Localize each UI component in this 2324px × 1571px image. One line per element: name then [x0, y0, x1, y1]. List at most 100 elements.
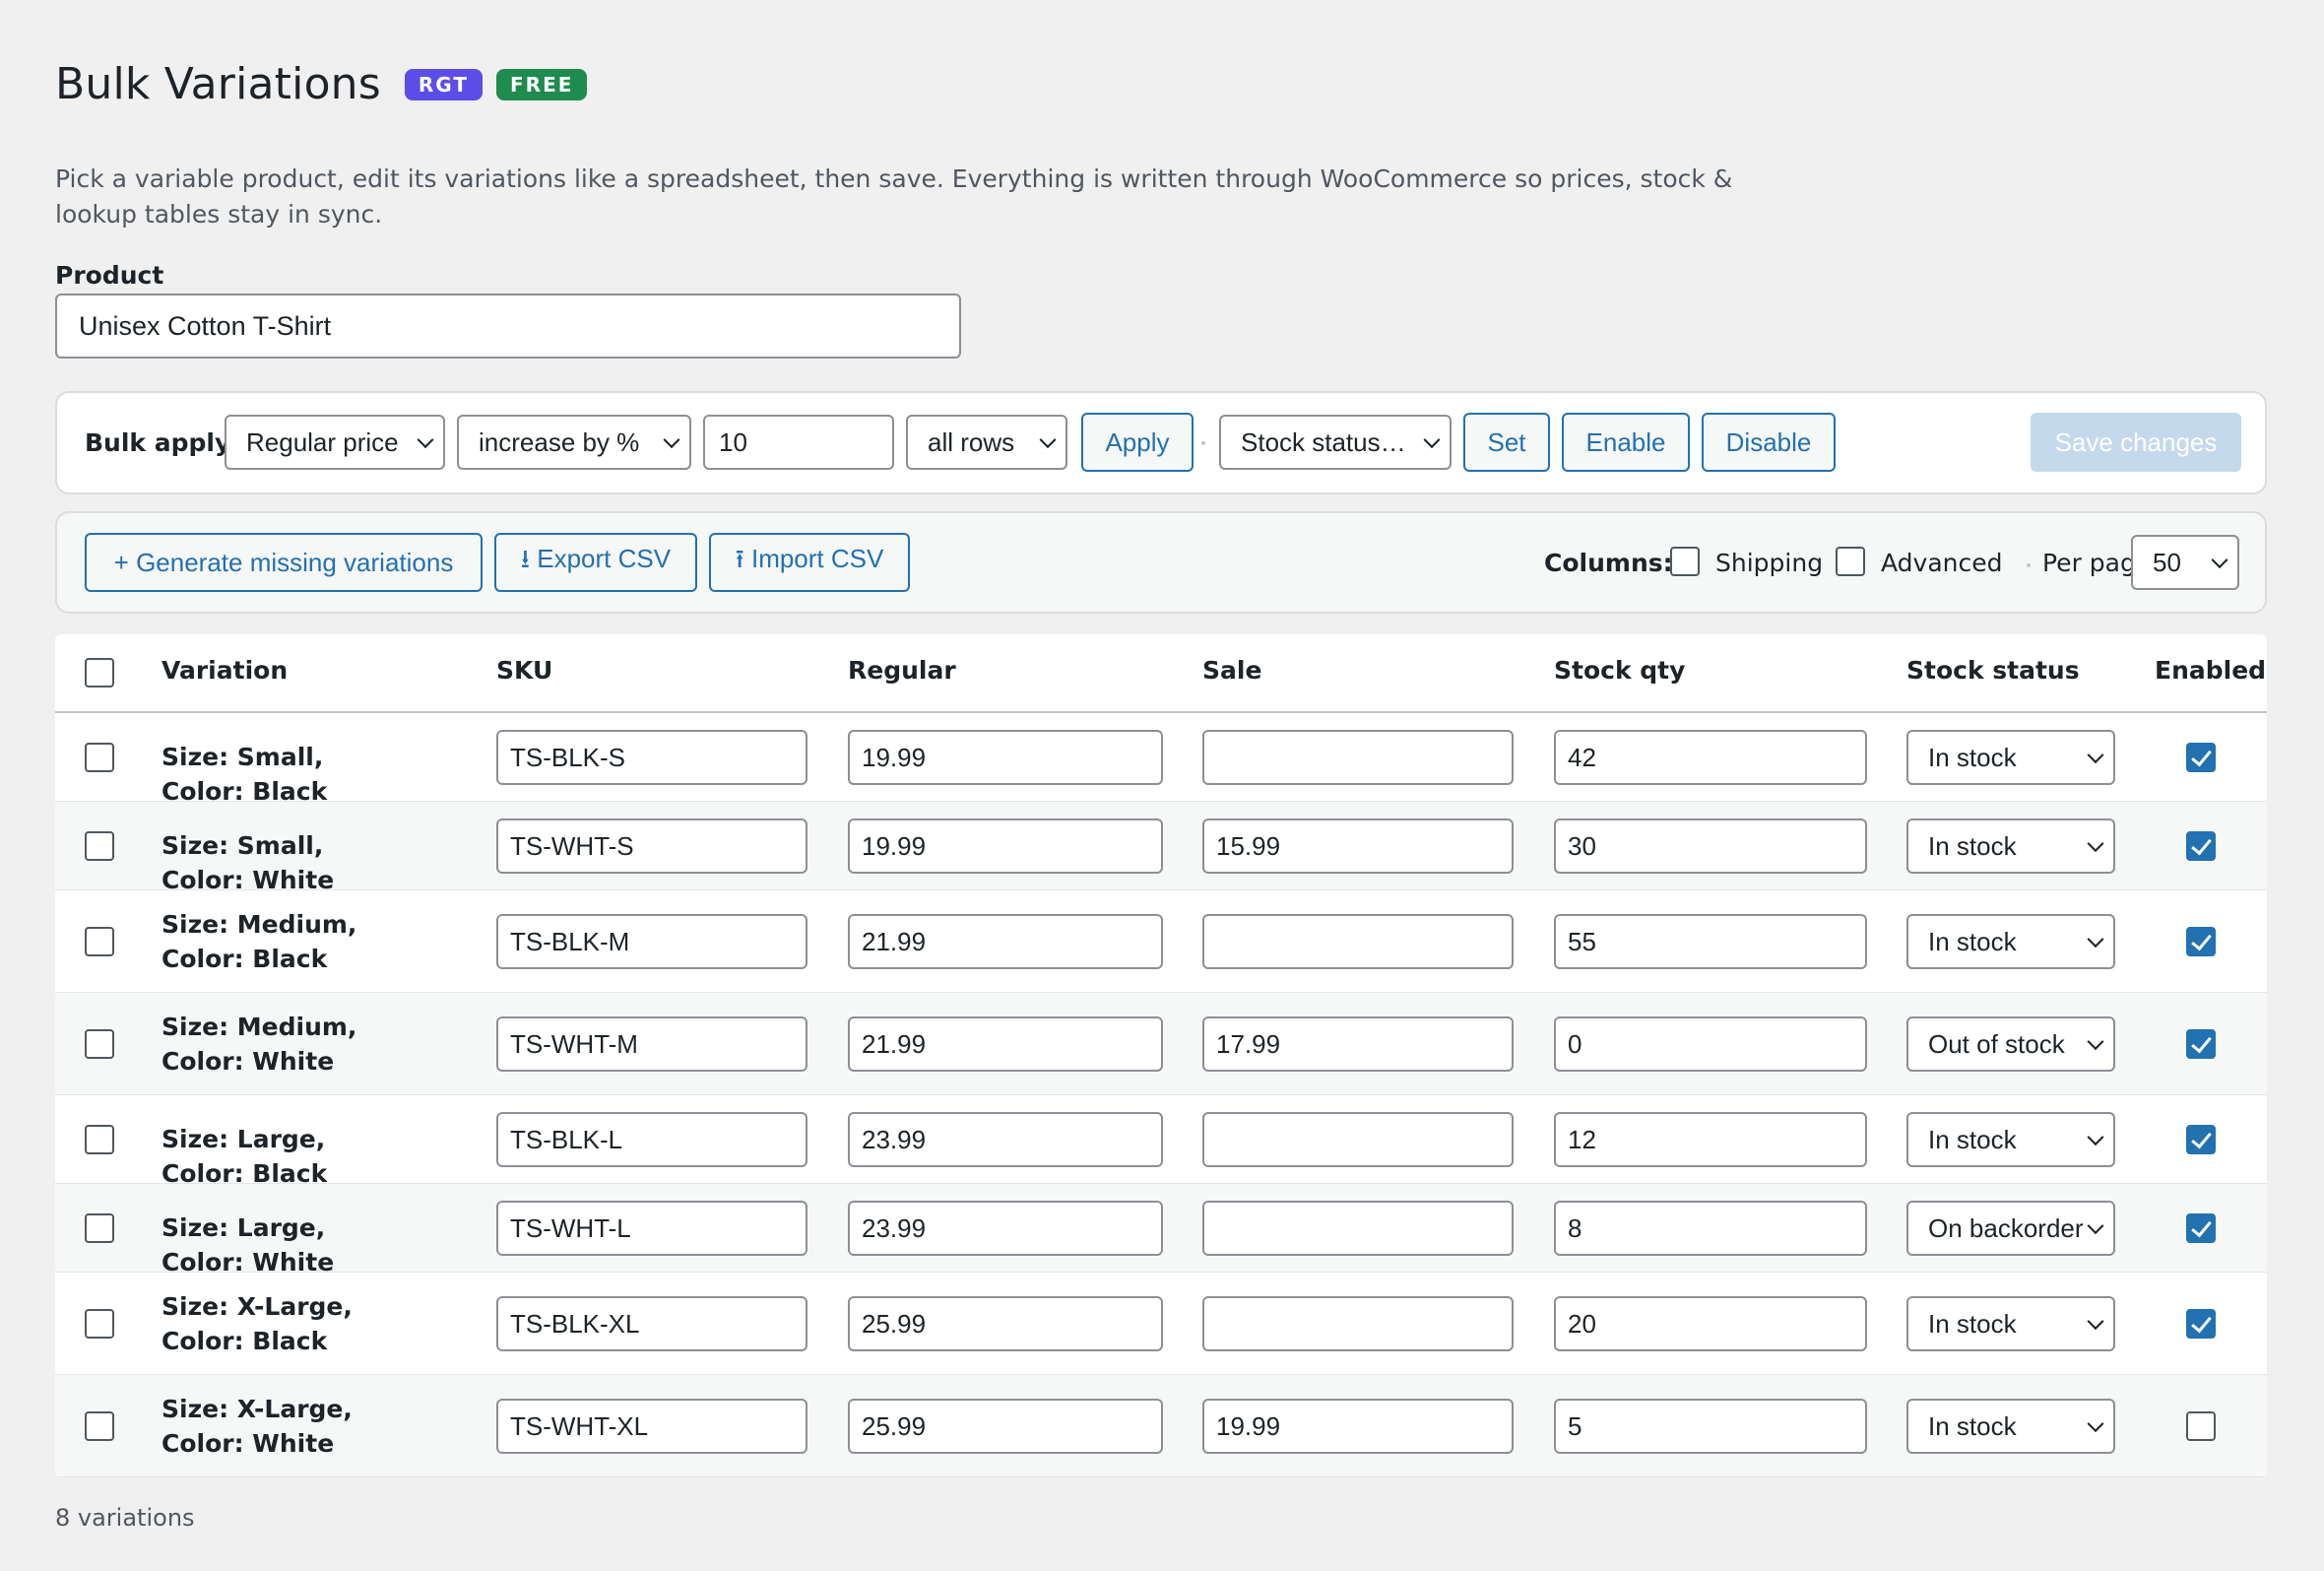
chevron-down-icon [417, 431, 434, 449]
table-row: Size: Large, Color: White TS-WHT-L 23.99 8 O… [55, 1184, 2267, 1276]
bulk-operation-select[interactable]: increase by % [457, 415, 691, 470]
sku-input[interactable]: TS-BLK-XL [496, 1296, 807, 1351]
sale-price-input[interactable] [1202, 1112, 1514, 1167]
export-csv-button[interactable]: ⭳ Export CSV [494, 533, 697, 592]
enabled-checkbox[interactable] [2186, 1125, 2216, 1154]
sku-input[interactable]: TS-BLK-M [496, 914, 807, 969]
table-row: Size: X-Large, Color: Black TS-BLK-XL 25.9… [55, 1273, 2267, 1375]
apply-button[interactable]: Apply [1081, 413, 1194, 472]
row-select-checkbox[interactable] [85, 1125, 114, 1154]
stock-status-value: Out of stock [1928, 1028, 2065, 1059]
bulk-scope-select[interactable]: all rows [906, 415, 1067, 470]
stock-status-select[interactable]: In stock [1906, 914, 2115, 969]
table-row: Size: Large, Color: Black TS-BLK-L 23.99 12… [55, 1095, 2267, 1188]
table-row: Size: X-Large, Color: White TS-WHT-XL 25.9… [55, 1375, 2267, 1477]
stock-status-select[interactable]: On backorder [1906, 1201, 2115, 1256]
bulk-amount-input[interactable]: 10 [703, 415, 894, 470]
sku-input[interactable]: TS-WHT-S [496, 818, 807, 874]
stock-qty-input[interactable]: 20 [1554, 1296, 1867, 1351]
separator-dot [2027, 563, 2031, 567]
regular-price-input[interactable]: 23.99 [848, 1112, 1163, 1167]
stock-status-select[interactable]: Stock status… [1219, 415, 1452, 470]
sale-price-input[interactable]: 15.99 [1202, 818, 1514, 874]
stock-qty-input[interactable]: 5 [1554, 1399, 1867, 1454]
save-changes-button[interactable]: Save changes [2031, 413, 2241, 472]
generate-variations-button[interactable]: + Generate missing variations [85, 533, 483, 592]
set-button[interactable]: Set [1463, 413, 1550, 472]
stock-status-select[interactable]: In stock [1906, 1399, 2115, 1454]
stock-qty-input[interactable]: 42 [1554, 730, 1867, 785]
stock-qty-input[interactable]: 0 [1554, 1016, 1867, 1072]
row-select-checkbox[interactable] [85, 927, 114, 956]
enabled-checkbox[interactable] [2186, 1309, 2216, 1339]
chevron-down-icon [2087, 835, 2104, 853]
sku-input[interactable]: TS-BLK-S [496, 730, 807, 785]
regular-price-input[interactable]: 25.99 [848, 1296, 1163, 1351]
sku-input[interactable]: TS-BLK-L [496, 1112, 807, 1167]
stock-status-value: In stock [1928, 830, 2017, 861]
product-input[interactable]: Unisex Cotton T-Shirt [55, 294, 961, 359]
enabled-checkbox[interactable] [2186, 1411, 2216, 1441]
regular-price-input[interactable]: 21.99 [848, 914, 1163, 969]
per-page-select[interactable]: 50 [2131, 535, 2239, 590]
chevron-down-icon [663, 431, 680, 449]
chevron-down-icon [2087, 931, 2104, 949]
import-csv-button[interactable]: ⭱ Import CSV [709, 533, 910, 592]
regular-price-input[interactable]: 19.99 [848, 818, 1163, 874]
stock-status-select[interactable]: In stock [1906, 818, 2115, 874]
variation-count: 8 variations [55, 1504, 195, 1532]
header-sale: Sale [1202, 656, 1262, 685]
stock-qty-input[interactable]: 30 [1554, 818, 1867, 874]
row-select-checkbox[interactable] [85, 831, 114, 861]
stock-status-select[interactable]: In stock [1906, 1296, 2115, 1351]
badge-free: FREE [496, 68, 588, 100]
columns-label: Columns: [1544, 549, 1673, 577]
enabled-checkbox[interactable] [2186, 831, 2216, 861]
variation-name: Size: Small, Color: Black [161, 743, 328, 806]
stock-qty-input[interactable]: 8 [1554, 1201, 1867, 1256]
advanced-checkbox[interactable] [1836, 547, 1865, 576]
stock-status-select[interactable]: Out of stock [1906, 1016, 2115, 1072]
sku-input[interactable]: TS-WHT-XL [496, 1399, 807, 1454]
stock-qty-input[interactable]: 55 [1554, 914, 1867, 969]
sale-price-input[interactable]: 19.99 [1202, 1399, 1514, 1454]
bulk-apply-panel: Bulk apply: Regular price increase by % … [55, 391, 2267, 494]
sku-input[interactable]: TS-WHT-M [496, 1016, 807, 1072]
regular-price-input[interactable]: 23.99 [848, 1201, 1163, 1256]
enabled-checkbox[interactable] [2186, 1029, 2216, 1059]
tools-panel: + Generate missing variations ⭳ Export C… [55, 511, 2267, 614]
enabled-checkbox[interactable] [2186, 927, 2216, 956]
shipping-checkbox[interactable] [1670, 547, 1700, 576]
sku-input[interactable]: TS-WHT-L [496, 1201, 807, 1256]
sale-price-input[interactable] [1202, 914, 1514, 969]
stock-status-select[interactable]: In stock [1906, 730, 2115, 785]
row-select-checkbox[interactable] [85, 1309, 114, 1339]
stock-status-select[interactable]: In stock [1906, 1112, 2115, 1167]
chevron-down-icon [2087, 1033, 2104, 1051]
row-select-checkbox[interactable] [85, 743, 114, 772]
chevron-down-icon [2087, 1217, 2104, 1235]
enabled-checkbox[interactable] [2186, 1213, 2216, 1243]
header-enabled: Enabled [2155, 656, 2267, 685]
row-select-checkbox[interactable] [85, 1213, 114, 1243]
sale-price-input[interactable] [1202, 1296, 1514, 1351]
bulk-field-select[interactable]: Regular price [225, 415, 445, 470]
variation-name: Size: Large, Color: Black [161, 1125, 328, 1188]
regular-price-input[interactable]: 21.99 [848, 1016, 1163, 1072]
stock-qty-input[interactable]: 12 [1554, 1112, 1867, 1167]
table-row: Size: Small, Color: White TS-WHT-S 19.99 15… [55, 802, 2267, 894]
select-all-checkbox[interactable] [85, 658, 114, 687]
stock-status-value: In stock [1928, 1410, 2017, 1441]
sale-price-input[interactable]: 17.99 [1202, 1016, 1514, 1072]
sale-price-input[interactable] [1202, 730, 1514, 785]
row-select-checkbox[interactable] [85, 1029, 114, 1059]
regular-price-input[interactable]: 25.99 [848, 1399, 1163, 1454]
enable-button[interactable]: Enable [1562, 413, 1690, 472]
regular-price-input[interactable]: 19.99 [848, 730, 1163, 785]
disable-button[interactable]: Disable [1702, 413, 1836, 472]
row-select-checkbox[interactable] [85, 1411, 114, 1441]
chevron-down-icon [2087, 1415, 2104, 1433]
sale-price-input[interactable] [1202, 1201, 1514, 1256]
enabled-checkbox[interactable] [2186, 743, 2216, 772]
page-title: Bulk Variations [55, 59, 381, 109]
